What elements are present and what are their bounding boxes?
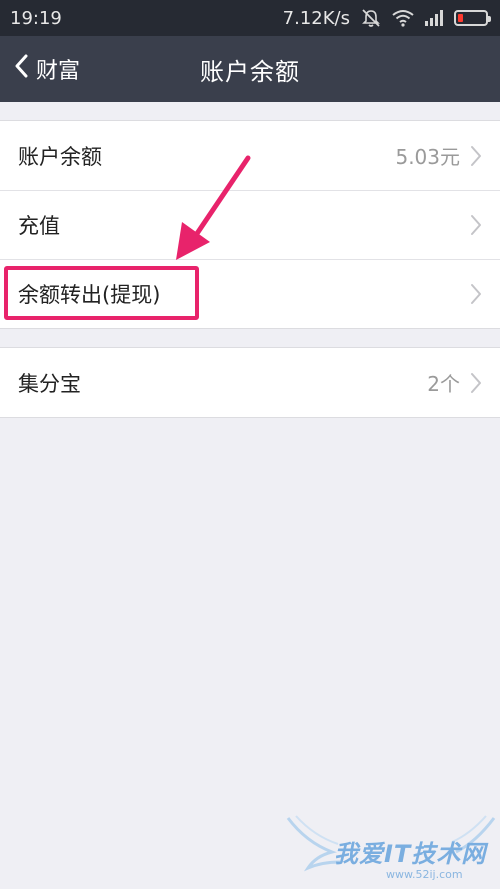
- watermark-url: www.52ij.com: [386, 868, 463, 881]
- watermark-text: 我爱IT技术网: [334, 840, 487, 868]
- mute-icon: [360, 8, 382, 28]
- wifi-icon: [392, 9, 414, 27]
- signal-icon: [424, 10, 444, 26]
- balance-value: 5.03元: [395, 145, 460, 169]
- wings-logo-icon: [286, 815, 496, 872]
- chevron-left-icon: [14, 54, 28, 84]
- page-title: 账户余额: [200, 57, 300, 86]
- row-jifenbao[interactable]: 集分宝 2个: [0, 348, 500, 417]
- balance-group: 账户余额 5.03元 充值 余额转出(提现): [0, 120, 500, 329]
- chevron-right-icon: [470, 145, 482, 167]
- back-label: 财富: [36, 59, 81, 84]
- watermark: 我爱IT技术网 www.52ij.com: [286, 812, 496, 888]
- row-right: 5.03元: [395, 141, 482, 170]
- back-button[interactable]: 财富: [14, 36, 80, 102]
- nav-bar: 财富 账户余额: [0, 36, 500, 102]
- status-icons: 7.12K/s: [282, 7, 491, 29]
- row-right: [470, 283, 482, 305]
- status-time: 19:19: [10, 7, 62, 29]
- row-label: 余额转出(提现): [18, 282, 161, 307]
- chevron-right-icon: [470, 283, 482, 305]
- status-bar: 19:19 7.12K/s: [0, 0, 500, 36]
- battery-level: [458, 14, 463, 22]
- battery-icon: [454, 10, 491, 26]
- row-right: 2个: [427, 368, 482, 397]
- row-label: 充值: [18, 213, 60, 238]
- row-label: 账户余额: [18, 144, 102, 169]
- points-value: 2个: [427, 372, 460, 396]
- row-right: [470, 214, 482, 236]
- row-recharge[interactable]: 充值: [0, 190, 500, 259]
- points-group: 集分宝 2个: [0, 347, 500, 418]
- row-withdraw[interactable]: 余额转出(提现): [0, 259, 500, 328]
- network-speed: 7.12K/s: [282, 7, 350, 29]
- row-account-balance[interactable]: 账户余额 5.03元: [0, 121, 500, 190]
- chevron-right-icon: [470, 214, 482, 236]
- row-label: 集分宝: [18, 371, 81, 396]
- chevron-right-icon: [470, 372, 482, 394]
